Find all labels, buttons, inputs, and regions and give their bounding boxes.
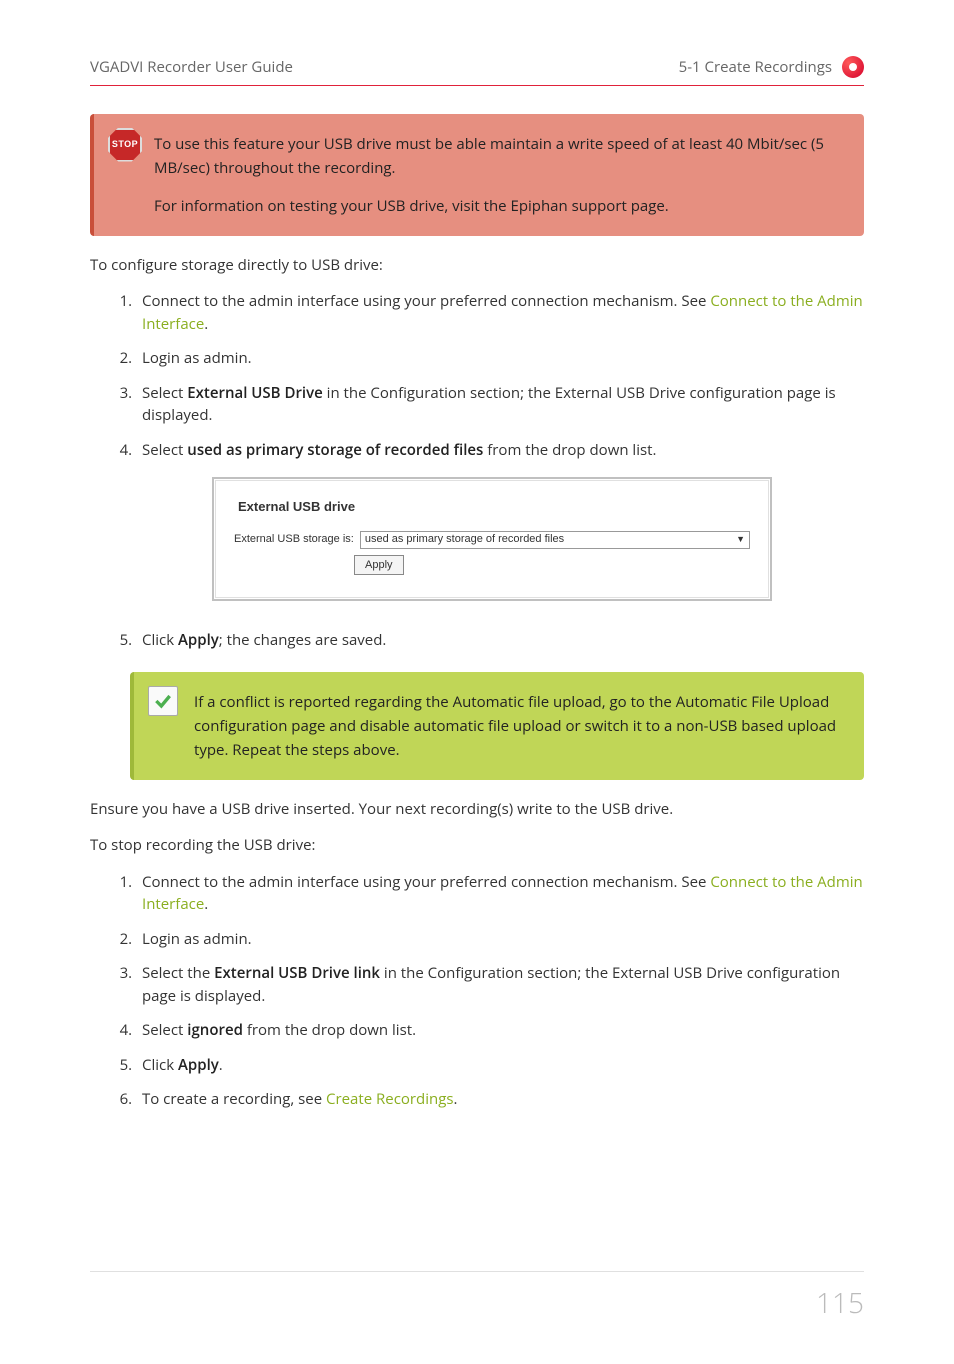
ensure-usb-text: Ensure you have a USB drive inserted. Yo… bbox=[90, 798, 864, 821]
screenshot-panel: External USB drive External USB storage … bbox=[215, 480, 769, 598]
stop-step-4-bold: ignored bbox=[187, 1020, 243, 1040]
step-1: Connect to the admin interface using you… bbox=[136, 290, 864, 335]
stop-step-5-pre: Click bbox=[142, 1055, 178, 1075]
page-number: 115 bbox=[90, 1271, 864, 1324]
stop-steps: Connect to the admin interface using you… bbox=[136, 871, 864, 1111]
screenshot-title: External USB drive bbox=[238, 497, 750, 517]
stop-step-6-pre: To create a recording, see bbox=[142, 1089, 326, 1109]
intro-configure: To configure storage directly to USB dri… bbox=[90, 254, 864, 277]
apply-button[interactable]: Apply bbox=[354, 555, 404, 576]
tip-text: If a conflict is reported regarding the … bbox=[194, 690, 842, 762]
stop-step-2: Login as admin. bbox=[136, 928, 864, 951]
stop-icon: STOP bbox=[108, 128, 142, 162]
step-3-bold: External USB Drive bbox=[187, 383, 322, 403]
stop-step-4: Select ignored from the drop down list. bbox=[136, 1019, 864, 1042]
screenshot-label: External USB storage is: bbox=[234, 531, 354, 548]
step-4-bold: used as primary storage of recorded file… bbox=[187, 440, 483, 460]
step-4-pre: Select bbox=[142, 440, 187, 460]
guide-title: VGADVI Recorder User Guide bbox=[90, 56, 293, 79]
create-recordings-link[interactable]: Create Recordings bbox=[326, 1089, 453, 1109]
step-4-post: from the drop down list. bbox=[483, 440, 656, 460]
stop-step-5-post: . bbox=[219, 1055, 223, 1075]
tip-callout: If a conflict is reported regarding the … bbox=[130, 672, 864, 780]
step-2: Login as admin. bbox=[136, 347, 864, 370]
embedded-screenshot: External USB drive External USB storage … bbox=[212, 477, 772, 601]
page-header: VGADVI Recorder User Guide 5-1 Create Re… bbox=[90, 56, 864, 86]
step-1-post: . bbox=[204, 314, 208, 334]
section-title-wrap: 5-1 Create Recordings bbox=[679, 56, 864, 79]
usb-storage-select-value: used as primary storage of recorded file… bbox=[365, 531, 564, 548]
brand-icon bbox=[842, 56, 864, 78]
usb-storage-select[interactable]: used as primary storage of recorded file… bbox=[360, 531, 750, 549]
step-1-text: Connect to the admin interface using you… bbox=[142, 291, 710, 311]
step-4: Select used as primary storage of record… bbox=[136, 439, 864, 602]
step-3-pre: Select bbox=[142, 383, 187, 403]
screenshot-row: External USB storage is: used as primary… bbox=[234, 531, 750, 549]
step-5-post: ; the changes are saved. bbox=[219, 630, 387, 650]
step-5-bold: Apply bbox=[178, 630, 219, 650]
stop-step-1-post: . bbox=[204, 894, 208, 914]
stop-step-3-bold: External USB Drive link bbox=[214, 963, 380, 983]
checkmark-icon bbox=[148, 686, 182, 720]
stop-text-2: For information on testing your USB driv… bbox=[154, 194, 842, 218]
step-5-pre: Click bbox=[142, 630, 178, 650]
stop-step-3: Select the External USB Drive link in th… bbox=[136, 962, 864, 1007]
step-5: Click Apply; the changes are saved. bbox=[136, 629, 864, 652]
stop-step-1: Connect to the admin interface using you… bbox=[136, 871, 864, 916]
chevron-down-icon: ▼ bbox=[736, 533, 745, 547]
stop-callout: STOP To use this feature your USB drive … bbox=[90, 114, 864, 236]
stop-step-6: To create a recording, see Create Record… bbox=[136, 1088, 864, 1111]
stop-step-5: Click Apply. bbox=[136, 1054, 864, 1077]
stop-step-4-post: from the drop down list. bbox=[243, 1020, 416, 1040]
stop-step-5-bold: Apply bbox=[178, 1055, 219, 1075]
configure-steps: Connect to the admin interface using you… bbox=[136, 290, 864, 652]
stop-sign-icon: STOP bbox=[108, 128, 142, 162]
intro-stop: To stop recording the USB drive: bbox=[90, 834, 864, 857]
stop-step-6-post: . bbox=[454, 1089, 458, 1109]
stop-step-4-pre: Select bbox=[142, 1020, 187, 1040]
stop-step-3-pre: Select the bbox=[142, 963, 214, 983]
step-3: Select External USB Drive in the Configu… bbox=[136, 382, 864, 427]
section-title: 5-1 Create Recordings bbox=[679, 56, 832, 79]
stop-text-1: To use this feature your USB drive must … bbox=[154, 132, 842, 180]
stop-step-1-pre: Connect to the admin interface using you… bbox=[142, 872, 710, 892]
